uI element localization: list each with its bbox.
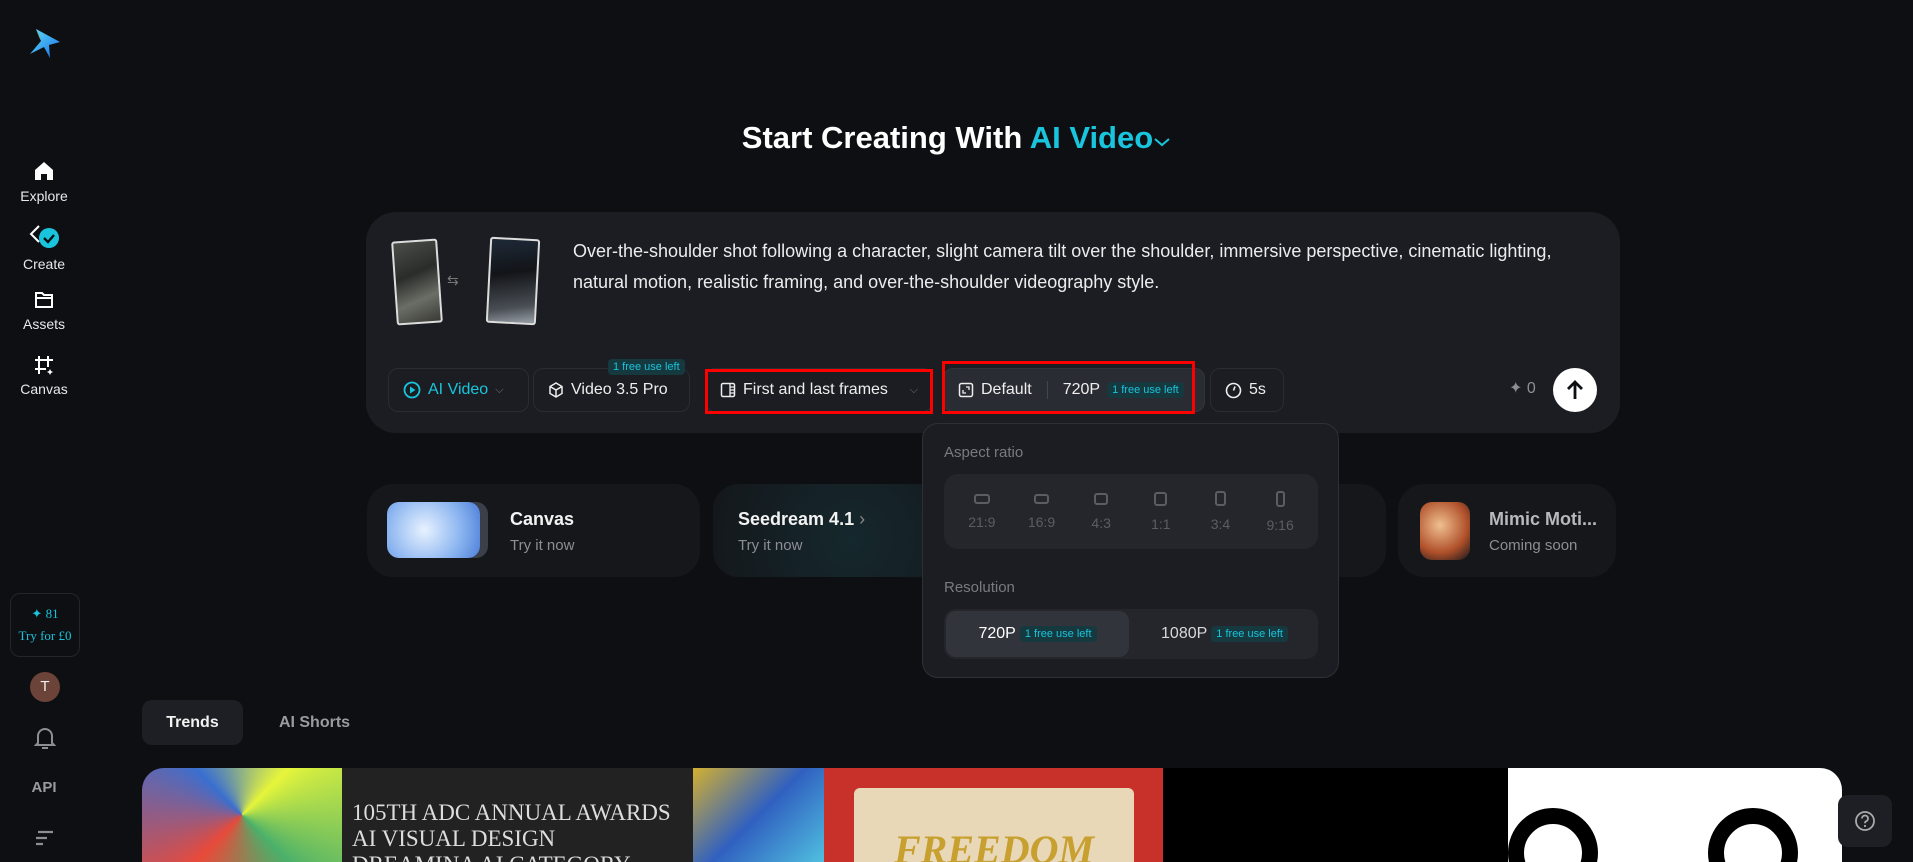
tab-ai-shorts[interactable]: AI Shorts: [262, 700, 367, 745]
cube-icon: [549, 382, 563, 398]
mode-dropdown[interactable]: AI Video ⌵: [388, 368, 529, 412]
chevron-down-icon: [1154, 138, 1170, 147]
create-icon: [29, 225, 59, 248]
resolution-option-720p[interactable]: 720P 1 free use left: [946, 611, 1129, 657]
aspect-option-16-9[interactable]: 16:9: [1016, 493, 1066, 530]
video-play-icon: [403, 381, 421, 399]
generate-button[interactable]: [1553, 368, 1597, 412]
aspect-option-3-4[interactable]: 3:4: [1195, 491, 1245, 532]
card-canvas[interactable]: Canvas Try it now: [367, 484, 700, 577]
chevron-down-icon: ⌵: [909, 383, 918, 396]
home-icon: [35, 162, 53, 180]
folder-icon: [35, 292, 53, 308]
gallery-item[interactable]: [1163, 768, 1508, 862]
resolution-option-1080p[interactable]: 1080P 1 free use left: [1133, 611, 1316, 657]
menu-icon[interactable]: [35, 830, 55, 846]
aspect-ratio-icon: [958, 382, 974, 398]
sparkle-icon: ✦: [31, 606, 43, 621]
sidebar-item-create[interactable]: Create: [0, 224, 88, 272]
card-mimic-motion[interactable]: Mimic Moti... Coming soon: [1398, 484, 1616, 577]
help-button[interactable]: [1838, 795, 1892, 847]
gallery-item[interactable]: [142, 768, 342, 862]
resolution-options: 720P 1 free use left 1080P 1 free use left: [944, 609, 1318, 659]
sparkle-icon: ✦: [1509, 380, 1523, 397]
try-free-link: Try for £0: [18, 628, 72, 643]
arrow-up-icon: [1567, 380, 1583, 399]
pegasus-image: [387, 502, 480, 558]
tab-trends[interactable]: Trends: [142, 700, 243, 745]
sidebar-item-explore[interactable]: Explore: [0, 160, 88, 204]
sidebar-item-label: Canvas: [20, 381, 68, 397]
sidebar-item-label: Create: [22, 256, 66, 272]
prompt-panel: ⇆ Over-the-shoulder shot following a cha…: [366, 212, 1620, 433]
gallery-item[interactable]: [1508, 768, 1842, 862]
aspect-resolution-button[interactable]: Default 720P 1 free use left: [943, 368, 1205, 412]
logo-icon[interactable]: [30, 27, 62, 59]
aspect-option-4-3[interactable]: 4:3: [1076, 492, 1126, 531]
mimic-image: [1420, 502, 1470, 560]
cost-display: ✦ 0: [1509, 380, 1536, 397]
sidebar-item-assets[interactable]: Assets: [0, 290, 88, 332]
prompt-input[interactable]: Over-the-shoulder shot following a chara…: [573, 236, 1583, 298]
canvas-icon: [35, 356, 53, 375]
chevron-down-icon: ⌵: [495, 383, 504, 396]
timer-icon: [1225, 382, 1242, 398]
credits-count: 81: [45, 606, 59, 621]
gallery-item-scroll[interactable]: FREEDOM: [824, 768, 1163, 862]
question-icon: [1855, 811, 1875, 831]
model-badge: 1 free use left: [608, 359, 685, 375]
api-link[interactable]: API: [0, 779, 88, 796]
sidebar-item-label: Explore: [20, 188, 68, 204]
aspect-ratio-options: 21:9 16:9 4:3 1:1 3:4 9:16: [944, 474, 1318, 549]
bell-icon[interactable]: [34, 726, 56, 750]
gallery-item-awards[interactable]: 105TH ADC ANNUAL AWARDSAI VISUAL DESIGND…: [342, 768, 693, 862]
gallery-item[interactable]: [693, 768, 824, 862]
mode-selector[interactable]: AI Video: [1030, 120, 1171, 155]
aspect-option-21-9[interactable]: 21:9: [957, 493, 1007, 530]
chevron-right-icon: ›: [859, 509, 866, 529]
aspect-option-9-16[interactable]: 9:16: [1255, 490, 1305, 533]
aspect-option-1-1[interactable]: 1:1: [1136, 491, 1186, 532]
swap-icon[interactable]: ⇆: [447, 272, 459, 289]
sidebar-item-canvas[interactable]: Canvas: [0, 355, 88, 397]
page-title: Start Creating With AI Video: [0, 120, 1913, 156]
frames-dropdown[interactable]: First and last frames ⌵: [705, 368, 933, 412]
first-frame-thumbnail[interactable]: [391, 238, 443, 326]
sidebar-item-label: Assets: [22, 316, 65, 332]
card-seedream[interactable]: Seedream 4.1 › Try it now: [713, 484, 943, 577]
frames-icon: [720, 382, 736, 398]
avatar[interactable]: T: [30, 672, 60, 702]
credits-button[interactable]: ✦ 81 Try for £0: [10, 593, 80, 657]
resolution-badge: 1 free use left: [1107, 382, 1184, 398]
last-frame-thumbnail[interactable]: [485, 236, 541, 326]
duration-button[interactable]: 5s: [1210, 368, 1284, 412]
aspect-resolution-dropdown: Aspect ratio 21:9 16:9 4:3 1:1 3:4 9:16 …: [922, 423, 1339, 678]
